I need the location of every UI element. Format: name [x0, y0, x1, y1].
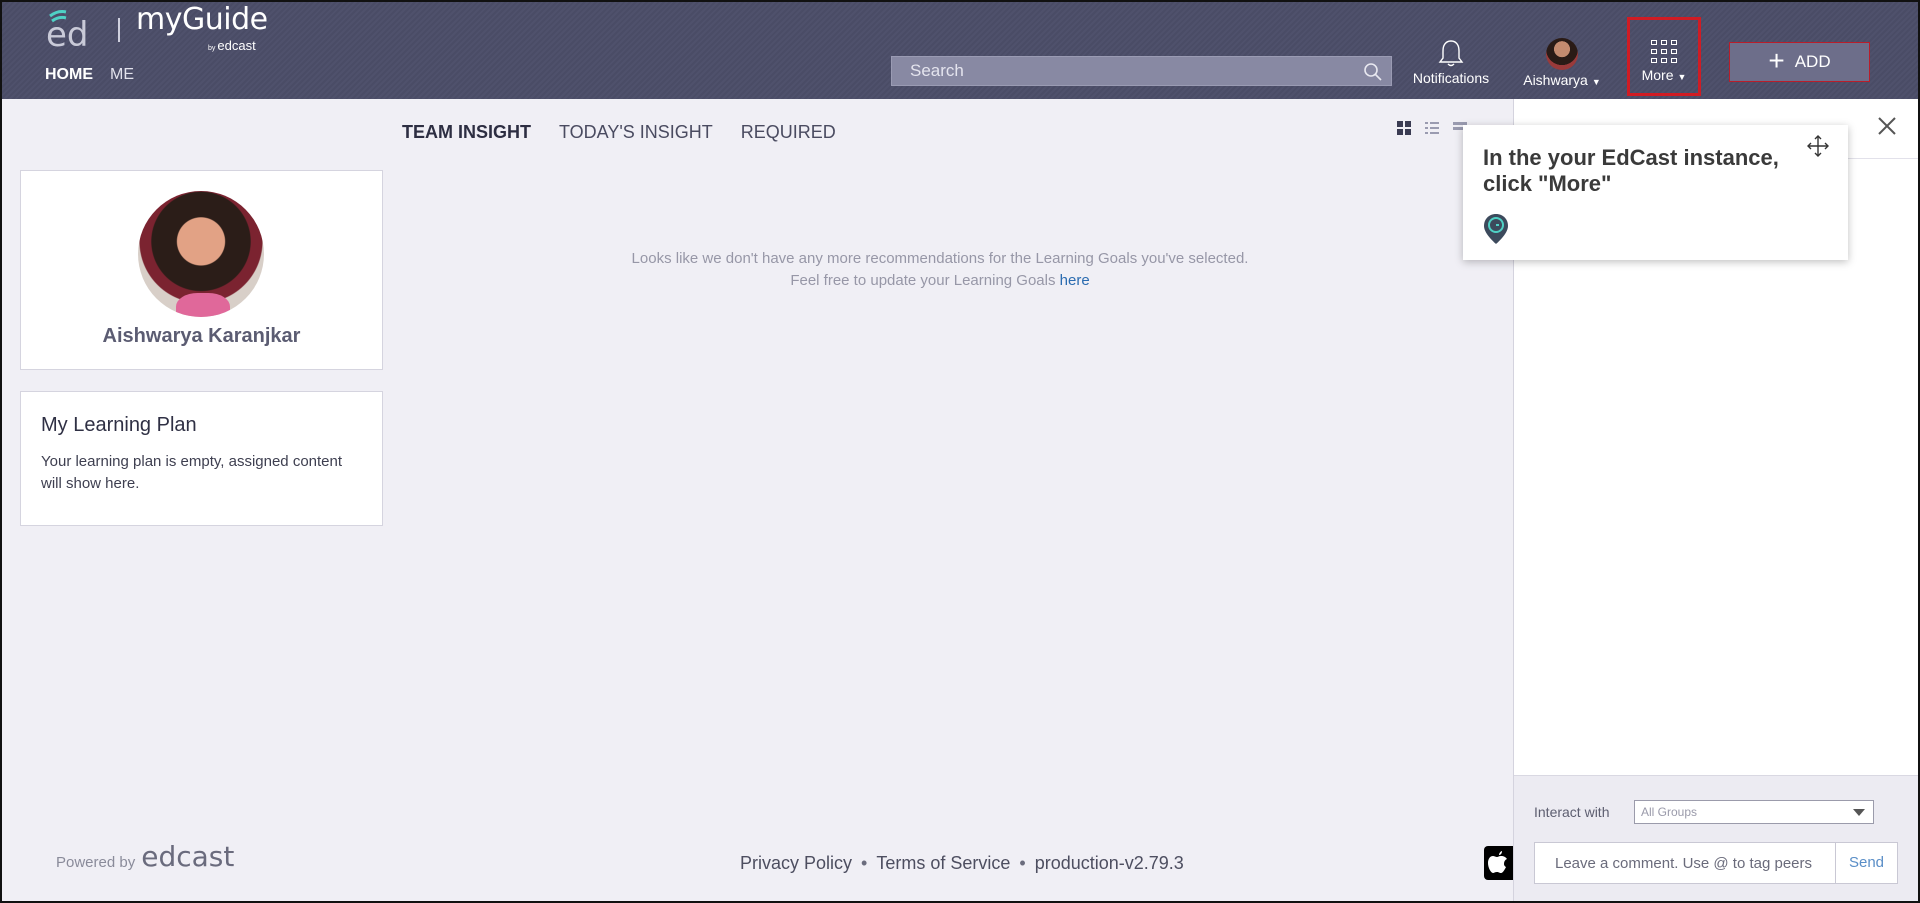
- tab-team-insight[interactable]: TEAM INSIGHT: [402, 122, 531, 143]
- learning-plan-title[interactable]: My Learning Plan: [41, 414, 362, 437]
- send-button[interactable]: Send: [1835, 843, 1897, 883]
- comment-composer: Interact with All Groups Send: [1514, 775, 1920, 903]
- notifications-label: Notifications: [1412, 70, 1490, 86]
- apple-icon: [1488, 851, 1507, 873]
- tooltip-text: In the your EdCast instance, click "More…: [1483, 145, 1779, 196]
- grid-view-icon[interactable]: [1396, 120, 1412, 136]
- myguide-pin-icon: [1484, 214, 1508, 244]
- powered-by: Powered by edcast: [56, 843, 234, 872]
- tab-required[interactable]: REQUIRED: [741, 122, 836, 143]
- apps-grid-icon: [1651, 40, 1677, 63]
- privacy-policy-link[interactable]: Privacy Policy: [740, 853, 852, 874]
- footer-links: Privacy Policy • Terms of Service • prod…: [740, 853, 1184, 874]
- add-label: ADD: [1794, 52, 1831, 71]
- comment-box: Send: [1534, 842, 1898, 884]
- user-name-label: Aishwarya: [1523, 72, 1588, 88]
- edcast-footer-logo[interactable]: edcast: [141, 843, 234, 871]
- interact-with-label: Interact with: [1534, 804, 1610, 820]
- more-highlight-box: More ▼: [1627, 17, 1701, 96]
- nav-home[interactable]: HOME: [45, 66, 93, 84]
- logo-divider: [118, 18, 120, 42]
- powered-by-label: Powered by: [56, 854, 136, 871]
- profile-photo[interactable]: [138, 191, 264, 317]
- search-icon[interactable]: [1363, 62, 1383, 82]
- add-button[interactable]: + ADD: [1729, 42, 1870, 82]
- comment-input[interactable]: [1535, 843, 1837, 883]
- profile-card[interactable]: Aishwarya Karanjkar: [20, 170, 383, 370]
- caret-down-icon: ▼: [1677, 72, 1687, 82]
- tab-todays-insight[interactable]: TODAY'S INSIGHT: [559, 122, 713, 143]
- top-header: ed myGuide byedcast HOME ME Notification…: [0, 0, 1920, 99]
- empty-recommendations-message: Looks like we don't have any more recomm…: [540, 248, 1340, 292]
- learning-plan-text: Your learning plan is empty, assigned co…: [41, 453, 343, 492]
- user-menu[interactable]: Aishwarya ▼: [1520, 38, 1604, 88]
- groups-dropdown[interactable]: All Groups: [1634, 800, 1874, 824]
- guide-tooltip: In the your EdCast instance, click "More…: [1463, 125, 1848, 260]
- caret-down-icon: ▼: [1591, 77, 1601, 87]
- search-input[interactable]: [892, 57, 1391, 85]
- insight-tabs: TEAM INSIGHT TODAY'S INSIGHT REQUIRED: [402, 122, 836, 143]
- bell-icon: [1438, 40, 1464, 67]
- notifications-button[interactable]: Notifications: [1408, 38, 1494, 86]
- groups-dropdown-value: All Groups: [1641, 805, 1698, 819]
- dropdown-arrow-icon: [1853, 809, 1865, 816]
- myguide-logo[interactable]: myGuide: [136, 2, 268, 37]
- learning-plan-card: My Learning Plan Your learning plan is e…: [20, 391, 383, 526]
- more-label: More: [1641, 67, 1674, 83]
- more-button[interactable]: More ▼: [1630, 40, 1698, 83]
- plus-icon: +: [1768, 44, 1785, 76]
- profile-name[interactable]: Aishwarya Karanjkar: [21, 325, 382, 348]
- svg-text:ed: ed: [46, 15, 89, 48]
- by-edcast-logo: by edcast: [208, 38, 256, 53]
- empty-message-line1: Looks like we don't have any more recomm…: [631, 250, 1249, 267]
- empty-message-line2: Feel free to update your Learning Goals …: [790, 272, 1090, 289]
- nav-me[interactable]: ME: [110, 66, 134, 84]
- footer-separator: •: [1019, 853, 1026, 873]
- move-icon[interactable]: [1806, 134, 1830, 158]
- view-toggle: [1396, 120, 1468, 136]
- avatar: [1546, 38, 1578, 70]
- edcast-ed-logo[interactable]: ed: [44, 6, 106, 48]
- version-label: production-v2.79.3: [1034, 853, 1184, 873]
- search-bar: [891, 56, 1392, 86]
- terms-of-service-link[interactable]: Terms of Service: [876, 853, 1010, 874]
- app-store-badge[interactable]: [1484, 846, 1514, 880]
- close-icon[interactable]: [1876, 115, 1898, 137]
- learning-goals-link[interactable]: here: [1060, 272, 1090, 289]
- footer-separator: •: [861, 853, 868, 873]
- list-view-icon[interactable]: [1424, 120, 1440, 136]
